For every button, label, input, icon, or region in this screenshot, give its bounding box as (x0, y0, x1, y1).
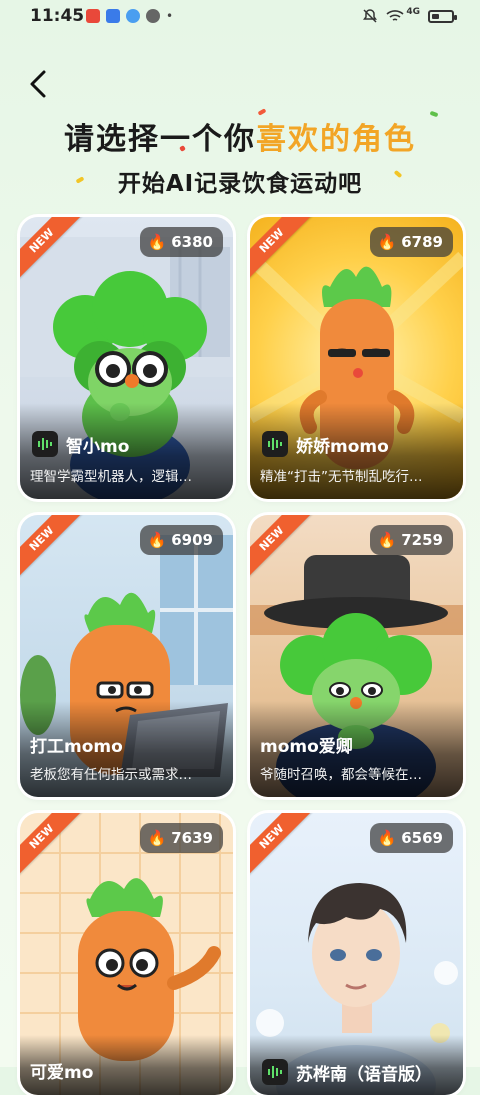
character-name: momo爱卿 (260, 737, 353, 757)
popularity-count: 7259 (401, 531, 443, 549)
card-title: 苏桦南（语音版） (262, 1059, 432, 1085)
mute-bell-icon (363, 9, 378, 23)
popularity-badge: 🔥 6380 (139, 227, 223, 257)
character-description: 爷随时召唤，都会等候在… (260, 767, 422, 783)
voice-waveform-icon (262, 431, 288, 457)
fire-icon: 🔥 (377, 530, 397, 549)
character-name: 智小mo (66, 436, 130, 457)
character-description: 老板您有任何指示或需求… (30, 767, 192, 783)
notification-app-icon (86, 9, 100, 23)
fire-icon: 🔥 (147, 530, 167, 549)
title-prefix: 请选择一个你 (64, 122, 256, 157)
character-card-keaimo[interactable]: NEW 🔥 7639 可爱mo (20, 813, 233, 1095)
wechat-icon (146, 9, 160, 23)
network-type: 4G (406, 7, 420, 17)
notification-app-icon (106, 9, 120, 23)
popularity-badge: 🔥 6789 (369, 227, 453, 257)
status-bar: 11:45 • 4G (0, 0, 480, 34)
status-time: 11:45 (30, 6, 85, 26)
popularity-badge: 🔥 7639 (139, 823, 223, 853)
more-dots-icon: • (166, 9, 174, 23)
popularity-badge: 🔥 6569 (369, 823, 453, 853)
status-right: 4G (362, 7, 457, 24)
character-card-jiaojiaomomo[interactable]: NEW 🔥 6789 娇娇momo 精准“打击”无节制乱吃行… (250, 217, 463, 499)
notification-icons: • (86, 9, 173, 23)
character-card-momoaiqing[interactable]: NEW 🔥 7259 momo爱卿 爷随时召唤，都会等候在… (250, 515, 463, 797)
back-button[interactable] (22, 66, 58, 102)
fire-icon: 🔥 (377, 232, 397, 251)
popularity-count: 6789 (401, 233, 443, 251)
page-title: 请选择一个你喜欢的角色 (0, 114, 480, 158)
character-name: 苏桦南（语音版） (296, 1064, 432, 1085)
card-title: 娇娇momo (262, 431, 389, 457)
card-title: 智小mo (32, 431, 129, 457)
battery-icon (428, 9, 457, 23)
character-description: 精准“打击”无节制乱吃行… (260, 469, 423, 485)
fire-icon: 🔥 (377, 828, 397, 847)
character-card-suhuanan[interactable]: NEW 🔥 6569 苏桦南（语音版） (250, 813, 463, 1095)
character-name: 娇娇momo (296, 436, 389, 457)
page-subtitle: 开始AI记录饮食运动吧 (117, 171, 363, 197)
character-card-dagongmomo[interactable]: NEW 🔥 6909 打工momo 老板您有任何指示或需求… (20, 515, 233, 797)
fire-icon: 🔥 (147, 828, 167, 847)
popularity-count: 6569 (401, 829, 443, 847)
fire-icon: 🔥 (147, 232, 167, 251)
popularity-count: 7639 (171, 829, 213, 847)
voice-waveform-icon (262, 1059, 288, 1085)
wifi-icon (386, 10, 404, 21)
character-name: 打工momo (30, 737, 123, 757)
character-description: 理智学霸型机器人，逻辑… (30, 469, 192, 485)
notification-app-icon (126, 9, 140, 23)
popularity-count: 6380 (171, 233, 213, 251)
character-card-zhixiaomo[interactable]: NEW 🔥 6380 智小mo 理智学霸型机器人，逻辑… (20, 217, 233, 499)
character-name: 可爱mo (30, 1063, 94, 1083)
popularity-badge: 🔥 7259 (369, 525, 453, 555)
voice-waveform-icon (32, 431, 58, 457)
popularity-badge: 🔥 6909 (139, 525, 223, 555)
popularity-count: 6909 (171, 531, 213, 549)
chevron-left-icon (30, 70, 46, 98)
title-highlight: 喜欢的角色 (256, 122, 416, 157)
